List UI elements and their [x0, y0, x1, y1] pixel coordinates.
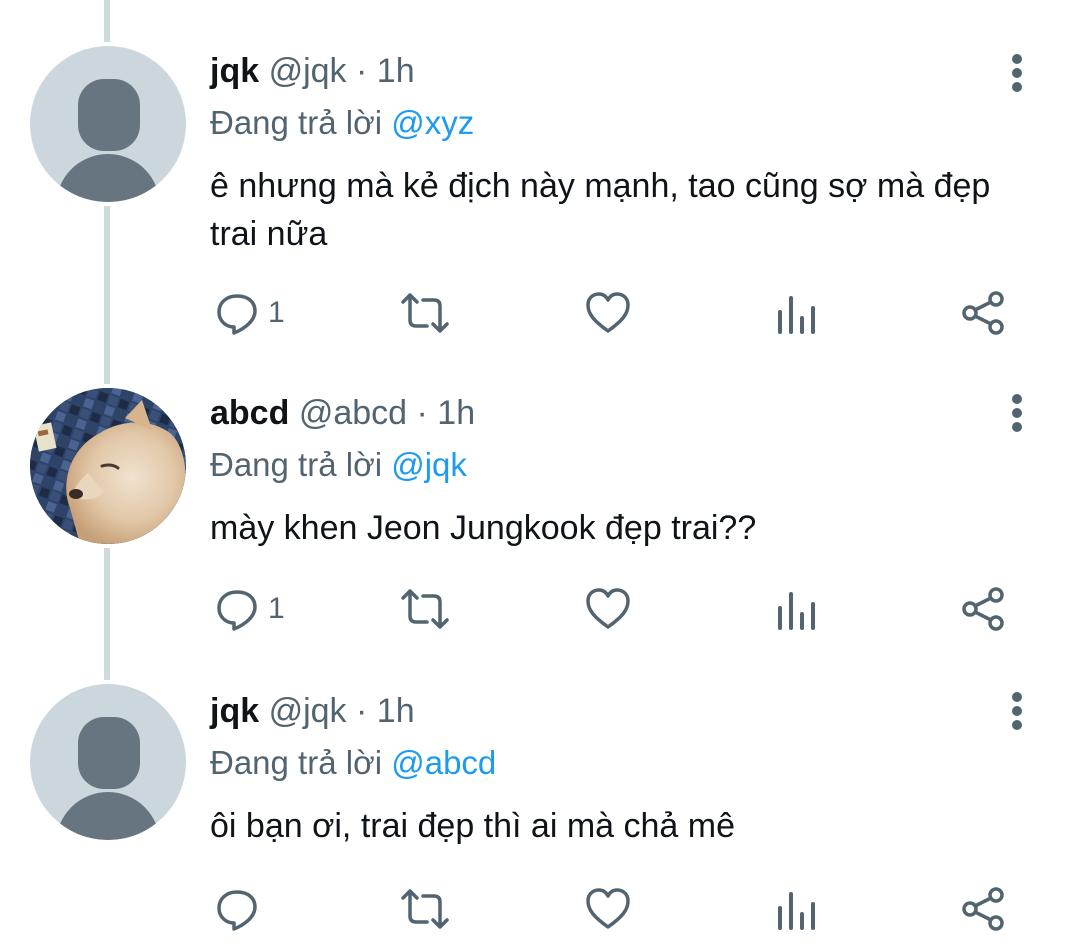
replying-to-mention[interactable]: @abcd [391, 744, 496, 781]
reply-button[interactable]: 1 [214, 584, 285, 634]
views-icon [776, 886, 816, 932]
retweet-icon [400, 886, 450, 932]
reply-button[interactable] [214, 884, 268, 934]
thread-line-top [104, 0, 110, 42]
reply-icon [214, 886, 260, 932]
reply-icon [214, 586, 260, 632]
share-button[interactable] [960, 584, 1006, 634]
tweet-actions: 1 [0, 288, 1078, 338]
tweet-header: abcd @abcd · 1h [210, 394, 475, 433]
replying-to-mention[interactable]: @xyz [391, 104, 474, 141]
user-handle[interactable]: @jqk [269, 52, 347, 90]
views-button[interactable] [776, 884, 816, 934]
share-icon [960, 886, 1006, 932]
share-icon [960, 290, 1006, 336]
replying-to: Đang trả lời @jqk [210, 446, 467, 484]
reply-count: 1 [268, 592, 285, 625]
replying-to-label: Đang trả lời [210, 104, 383, 141]
retweet-icon [400, 586, 450, 632]
like-button[interactable] [584, 288, 632, 338]
views-icon [776, 586, 816, 632]
like-icon [584, 886, 632, 932]
display-name[interactable]: jqk [210, 52, 259, 90]
tweet-text: ôi bạn ơi, trai đẹp thì ai mà chả mê [210, 807, 736, 845]
reply-button[interactable]: 1 [214, 288, 285, 338]
share-button[interactable] [960, 884, 1006, 934]
like-icon [584, 586, 632, 632]
more-icon[interactable] [1002, 688, 1032, 734]
timestamp[interactable]: 1h [377, 52, 415, 90]
replying-to: Đang trả lời @xyz [210, 104, 474, 142]
separator: · [356, 692, 368, 730]
default-profile-icon [78, 79, 140, 151]
separator: · [416, 394, 428, 432]
separator: · [356, 52, 368, 90]
like-button[interactable] [584, 584, 632, 634]
tweet-text: ê nhưng mà kẻ địch này mạnh, tao cũng sợ… [210, 167, 991, 253]
like-icon [584, 290, 632, 336]
reply-count: 1 [268, 296, 285, 329]
avatar[interactable] [30, 684, 186, 840]
replying-to-label: Đang trả lời [210, 446, 383, 483]
default-profile-icon-body [56, 154, 160, 202]
default-profile-icon-body [56, 792, 160, 840]
more-icon[interactable] [1002, 50, 1032, 96]
user-handle[interactable]: @abcd [299, 394, 407, 432]
tweet-text: mày khen Jeon Jungkook đẹp trai?? [210, 509, 757, 547]
display-name[interactable]: abcd [210, 394, 289, 432]
share-icon [960, 586, 1006, 632]
views-button[interactable] [776, 288, 816, 338]
replying-to: Đang trả lời @abcd [210, 744, 496, 782]
user-handle[interactable]: @jqk [269, 692, 347, 730]
retweet-button[interactable] [400, 584, 450, 634]
dog-photo[interactable] [30, 388, 186, 544]
tweet-header: jqk @jqk · 1h [210, 692, 415, 731]
display-name[interactable]: jqk [210, 692, 259, 730]
more-icon[interactable] [1002, 390, 1032, 436]
tweet-actions [0, 884, 1078, 934]
avatar[interactable] [30, 46, 186, 202]
retweet-button[interactable] [400, 288, 450, 338]
views-icon [776, 290, 816, 336]
tweet-header: jqk @jqk · 1h [210, 52, 415, 91]
views-button[interactable] [776, 584, 816, 634]
replying-to-mention[interactable]: @jqk [391, 446, 467, 483]
default-profile-icon [78, 717, 140, 789]
retweet-button[interactable] [400, 884, 450, 934]
tweet-actions: 1 [0, 584, 1078, 634]
share-button[interactable] [960, 288, 1006, 338]
timestamp[interactable]: 1h [377, 692, 415, 730]
like-button[interactable] [584, 884, 632, 934]
timestamp[interactable]: 1h [437, 394, 475, 432]
reply-icon [214, 290, 260, 336]
retweet-icon [400, 290, 450, 336]
replying-to-label: Đang trả lời [210, 744, 383, 781]
